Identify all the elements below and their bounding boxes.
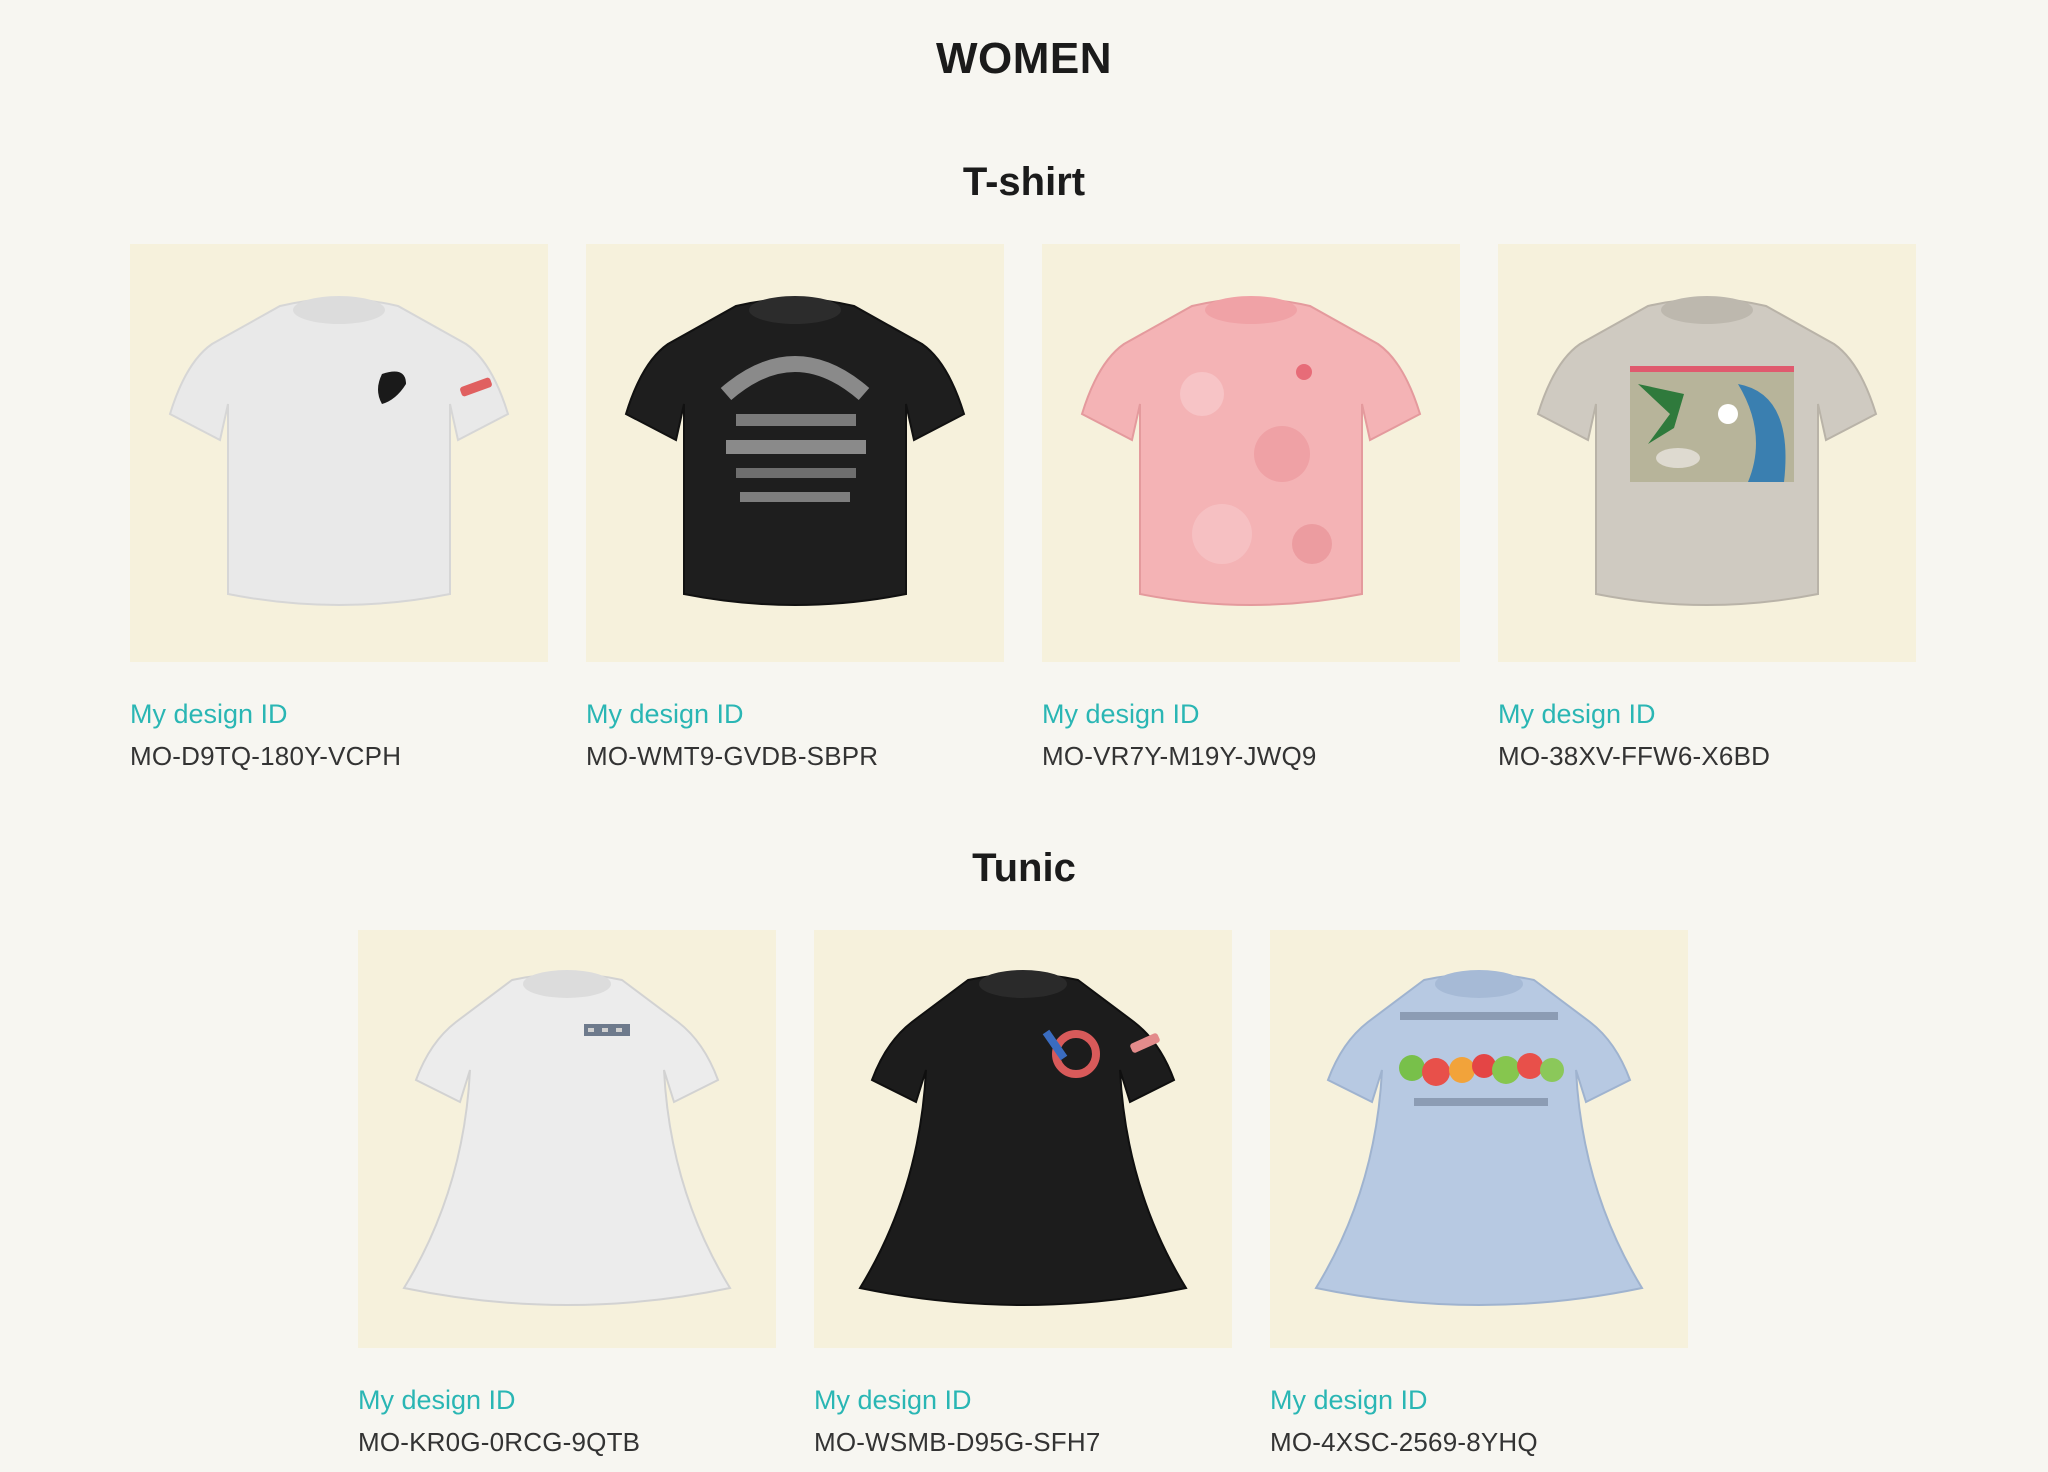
- tshirt-illustration: [1080, 296, 1422, 606]
- design-id-value[interactable]: MO-WMT9-GVDB-SBPR: [586, 740, 1004, 772]
- black-tunic-image[interactable]: [814, 930, 1232, 1348]
- design-card-tunic-1[interactable]: My design ID MO-KR0G-0RCG-9QTB: [358, 930, 776, 1458]
- design-card-tshirt-4[interactable]: My design ID MO-38XV-FFW6-X6BD: [1498, 244, 1916, 772]
- design-id-value[interactable]: MO-VR7Y-M19Y-JWQ9: [1042, 740, 1460, 772]
- tunic-illustration: [858, 970, 1188, 1306]
- tshirt-illustration: [168, 296, 510, 606]
- tunic-illustration: [402, 970, 732, 1306]
- page: WOMEN T-shirt My design ID MO-D9TQ-180Y-…: [0, 0, 2048, 1472]
- pink-tshirt-image[interactable]: [1042, 244, 1460, 662]
- design-id-value[interactable]: MO-38XV-FFW6-X6BD: [1498, 740, 1916, 772]
- design-id-label: My design ID: [814, 1385, 972, 1415]
- design-card-tshirt-2[interactable]: My design ID MO-WMT9-GVDB-SBPR: [586, 244, 1004, 772]
- design-id-value[interactable]: MO-WSMB-D95G-SFH7: [814, 1426, 1232, 1458]
- design-card-tshirt-1[interactable]: My design ID MO-D9TQ-180Y-VCPH: [130, 244, 548, 772]
- page-title: WOMEN: [935, 34, 1113, 83]
- section-title-tshirt: T-shirt: [962, 160, 1086, 204]
- design-id-value[interactable]: MO-4XSC-2569-8YHQ: [1270, 1426, 1688, 1458]
- design-id-label: My design ID: [358, 1385, 516, 1415]
- design-id-value[interactable]: MO-KR0G-0RCG-9QTB: [358, 1426, 776, 1458]
- black-tshirt-image[interactable]: [586, 244, 1004, 662]
- design-id-label: My design ID: [1498, 699, 1656, 729]
- design-id-label: My design ID: [1042, 699, 1200, 729]
- design-card-tunic-3[interactable]: My design ID MO-4XSC-2569-8YHQ: [1270, 930, 1688, 1458]
- white-tshirt-image[interactable]: [130, 244, 548, 662]
- tshirt-illustration: [1536, 296, 1878, 606]
- design-id-label: My design ID: [586, 699, 744, 729]
- lightblue-tunic-image[interactable]: [1270, 930, 1688, 1348]
- design-id-label: My design ID: [1270, 1385, 1428, 1415]
- design-card-tshirt-3[interactable]: My design ID MO-VR7Y-M19Y-JWQ9: [1042, 244, 1460, 772]
- design-id-label: My design ID: [130, 699, 288, 729]
- tunic-illustration: [1314, 970, 1644, 1306]
- design-id-value[interactable]: MO-D9TQ-180Y-VCPH: [130, 740, 548, 772]
- tshirt-illustration: [624, 296, 966, 606]
- beige-tshirt-image[interactable]: [1498, 244, 1916, 662]
- white-tunic-image[interactable]: [358, 930, 776, 1348]
- design-card-tunic-2[interactable]: My design ID MO-WSMB-D95G-SFH7: [814, 930, 1232, 1458]
- section-title-tunic: Tunic: [972, 846, 1076, 890]
